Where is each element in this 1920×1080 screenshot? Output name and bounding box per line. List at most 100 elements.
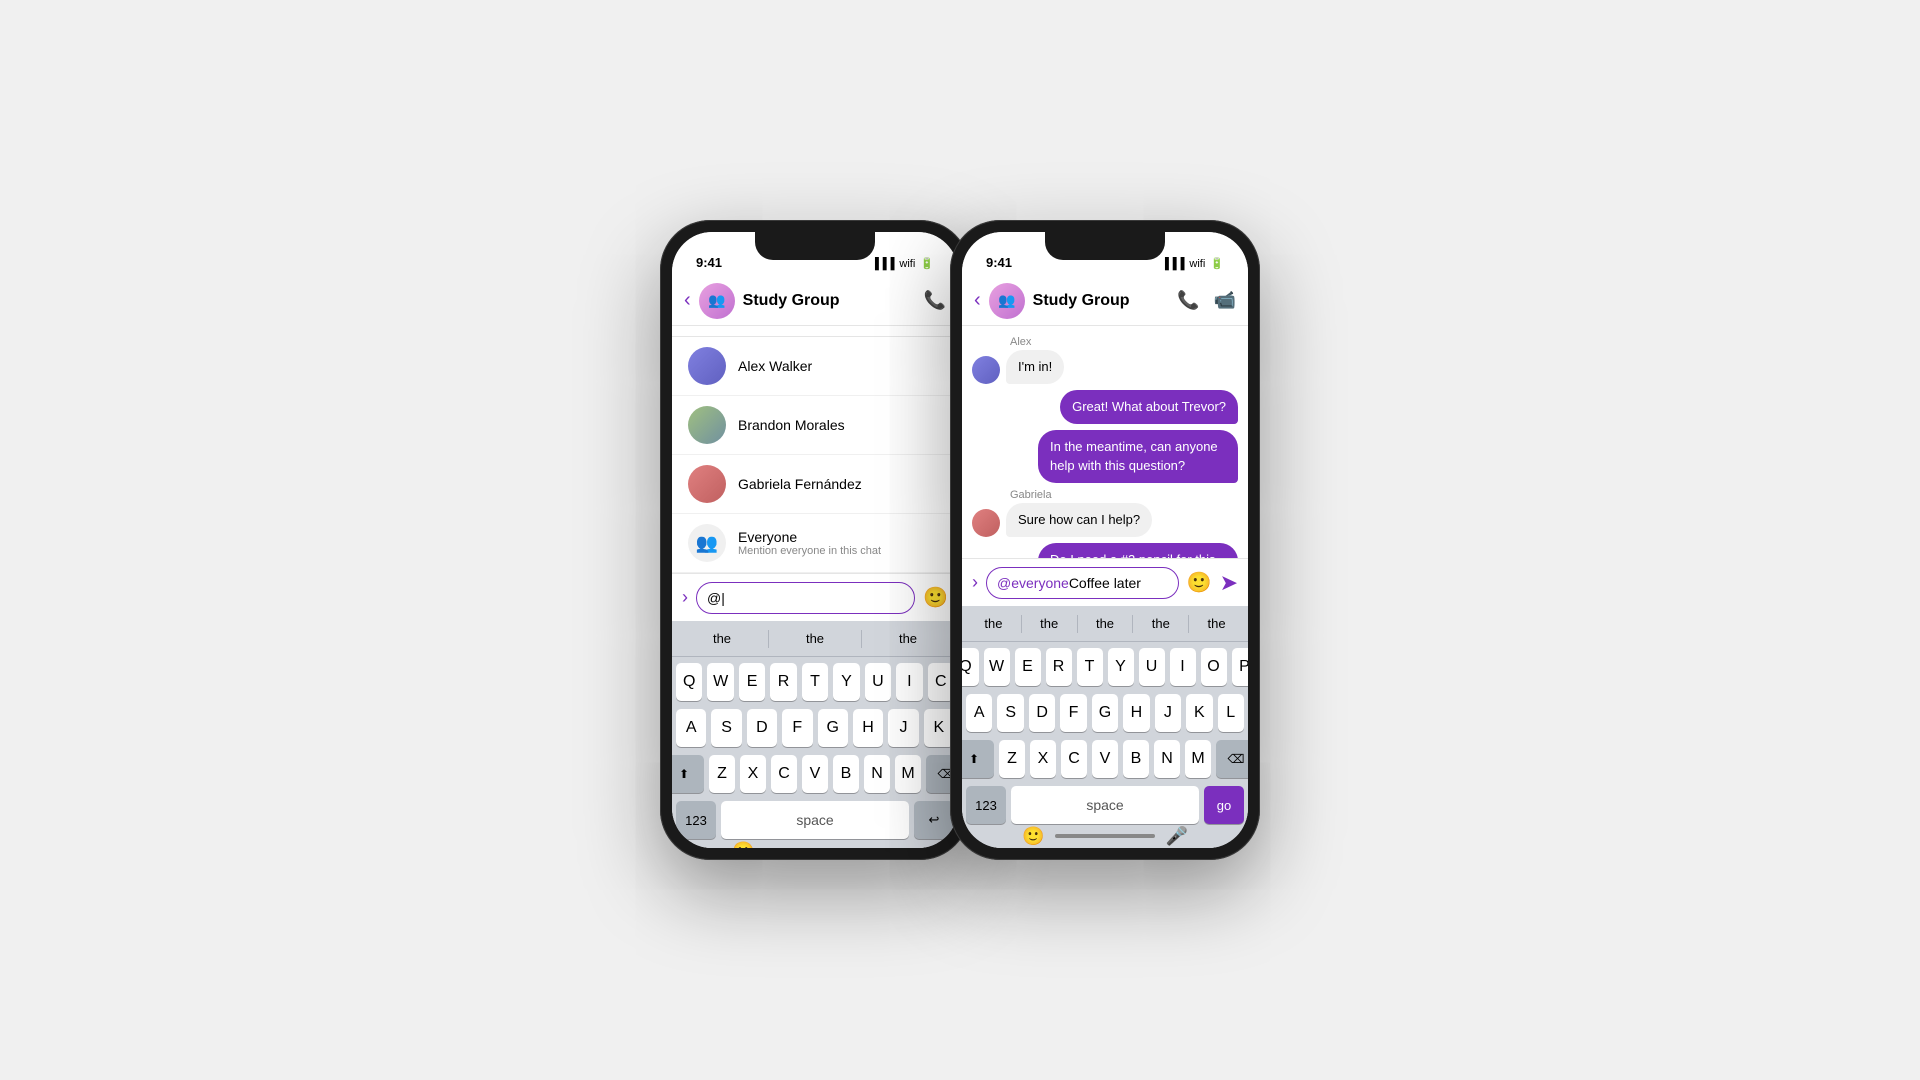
send-button-2[interactable]: ➤	[1220, 570, 1238, 596]
input-text-after-tag: Coffee later	[1069, 575, 1141, 591]
num-key-1[interactable]: 123	[676, 801, 716, 839]
key-U-1[interactable]: U	[865, 663, 891, 701]
space-key-2[interactable]: space	[1011, 786, 1199, 824]
go-key-2[interactable]: go	[1204, 786, 1244, 824]
key-V-1[interactable]: V	[802, 755, 828, 793]
suggestion-1-2[interactable]: the	[769, 627, 861, 650]
key-C-2[interactable]: C	[1061, 740, 1087, 778]
message-input-1[interactable]	[696, 582, 915, 614]
key-M-2[interactable]: M	[1185, 740, 1211, 778]
suggestion-2-4[interactable]: the	[1133, 612, 1188, 635]
key-P-2[interactable]: P	[1232, 648, 1249, 686]
back-button-1[interactable]: ‹	[684, 289, 691, 312]
return-key-1[interactable]: ↩	[914, 801, 954, 839]
mention-list: Alex Walker Brandon Morales Gabriela Fer…	[672, 336, 958, 573]
key-I-2[interactable]: I	[1170, 648, 1196, 686]
key-E-2[interactable]: E	[1015, 648, 1041, 686]
key-T-2[interactable]: T	[1077, 648, 1103, 686]
emoji-button-1[interactable]: 🙂	[923, 585, 948, 610]
key-N-2[interactable]: N	[1154, 740, 1180, 778]
key-B-1[interactable]: B	[833, 755, 859, 793]
key-J-1[interactable]: J	[888, 709, 918, 747]
mention-item-brandon[interactable]: Brandon Morales	[672, 396, 958, 455]
key-Z-2[interactable]: Z	[999, 740, 1025, 778]
call-icon-2[interactable]: 📞	[1177, 290, 1199, 311]
shift-key-1[interactable]: ⬆	[672, 755, 704, 793]
shift-key-2[interactable]: ⬆	[962, 740, 994, 778]
key-R-2[interactable]: R	[1046, 648, 1072, 686]
expand-button-1[interactable]: ›	[682, 587, 688, 608]
key-X-1[interactable]: X	[740, 755, 766, 793]
key-G-2[interactable]: G	[1092, 694, 1118, 732]
suggestion-2-1[interactable]: the	[966, 612, 1021, 635]
key-V-2[interactable]: V	[1092, 740, 1118, 778]
key-Z-1[interactable]: Z	[709, 755, 735, 793]
mention-name-everyone: Everyone	[738, 529, 881, 545]
message-input-2[interactable]: @everyone Coffee later	[986, 567, 1179, 599]
bottom-bar-1: 🙂	[672, 843, 958, 848]
key-O-2[interactable]: O	[1201, 648, 1227, 686]
mic-icon-2[interactable]: 🎤	[1166, 826, 1188, 847]
key-Q-1[interactable]: Q	[676, 663, 702, 701]
key-T-1[interactable]: T	[802, 663, 828, 701]
key-G-1[interactable]: G	[818, 709, 848, 747]
mention-item-everyone[interactable]: 👥 Everyone Mention everyone in this chat	[672, 514, 958, 573]
bubble-sent-trevor-text: Great! What about Trevor?	[1072, 399, 1226, 414]
key-N-1[interactable]: N	[864, 755, 890, 793]
key-L-2[interactable]: L	[1218, 694, 1244, 732]
key-F-2[interactable]: F	[1060, 694, 1086, 732]
key-W-1[interactable]: W	[707, 663, 733, 701]
key-Y-1[interactable]: Y	[833, 663, 859, 701]
key-E-1[interactable]: E	[739, 663, 765, 701]
notch-2	[1045, 232, 1165, 260]
suggestion-2-5[interactable]: the	[1189, 612, 1244, 635]
key-row-1-4: 123 space ↩	[676, 801, 954, 839]
key-A-1[interactable]: A	[676, 709, 706, 747]
key-A-2[interactable]: A	[966, 694, 992, 732]
call-icon-1[interactable]: 📞	[924, 290, 946, 311]
key-B-2[interactable]: B	[1123, 740, 1149, 778]
key-X-2[interactable]: X	[1030, 740, 1056, 778]
key-H-2[interactable]: H	[1123, 694, 1149, 732]
expand-button-2[interactable]: ›	[972, 572, 978, 593]
key-D-2[interactable]: D	[1029, 694, 1055, 732]
emoji-button-2[interactable]: 🙂	[1187, 570, 1212, 595]
key-K-2[interactable]: K	[1186, 694, 1212, 732]
mention-item-alex[interactable]: Alex Walker	[672, 337, 958, 396]
back-button-2[interactable]: ‹	[974, 289, 981, 312]
key-Q-2[interactable]: Q	[962, 648, 979, 686]
msg-avatar-alex	[972, 356, 1000, 384]
delete-key-2[interactable]: ⌫	[1216, 740, 1248, 778]
suggestion-1-3[interactable]: the	[862, 627, 954, 650]
key-S-1[interactable]: S	[711, 709, 741, 747]
key-M-1[interactable]: M	[895, 755, 921, 793]
num-key-2[interactable]: 123	[966, 786, 1006, 824]
suggestion-1-1[interactable]: the	[676, 627, 768, 650]
mention-item-gabriela[interactable]: Gabriela Fernández	[672, 455, 958, 514]
chat-header-2: ‹ 👥 Study Group 📞 📹	[962, 276, 1248, 326]
key-U-2[interactable]: U	[1139, 648, 1165, 686]
suggestion-2-2[interactable]: the	[1022, 612, 1077, 635]
key-F-1[interactable]: F	[782, 709, 812, 747]
suggestion-2-3[interactable]: the	[1078, 612, 1133, 635]
key-W-2[interactable]: W	[984, 648, 1010, 686]
key-H-1[interactable]: H	[853, 709, 883, 747]
key-I-1[interactable]: I	[896, 663, 922, 701]
key-D-1[interactable]: D	[747, 709, 777, 747]
mention-info-brandon: Brandon Morales	[738, 417, 845, 433]
space-key-1[interactable]: space	[721, 801, 909, 839]
keyboard-1: the the the Q W E R T Y U I	[672, 621, 958, 848]
key-row-1-1: Q W E R T Y U I C	[676, 663, 954, 701]
msg-with-avatar-gabriela: Sure how can I help?	[972, 503, 1152, 537]
key-C2-1[interactable]: C	[771, 755, 797, 793]
signal-icon-2: ▐▐▐	[1161, 258, 1184, 270]
key-Y-2[interactable]: Y	[1108, 648, 1134, 686]
video-icon-2[interactable]: 📹	[1214, 290, 1236, 311]
key-R-1[interactable]: R	[770, 663, 796, 701]
key-S-2[interactable]: S	[997, 694, 1023, 732]
emoji-bottom-icon-2[interactable]: 🙂	[1022, 826, 1044, 847]
key-J-2[interactable]: J	[1155, 694, 1181, 732]
bubble-gabriela-text: Sure how can I help?	[1018, 512, 1140, 527]
key-row-2-4: 123 space go	[966, 786, 1244, 824]
emoji-bottom-icon-1[interactable]: 🙂	[732, 841, 754, 849]
